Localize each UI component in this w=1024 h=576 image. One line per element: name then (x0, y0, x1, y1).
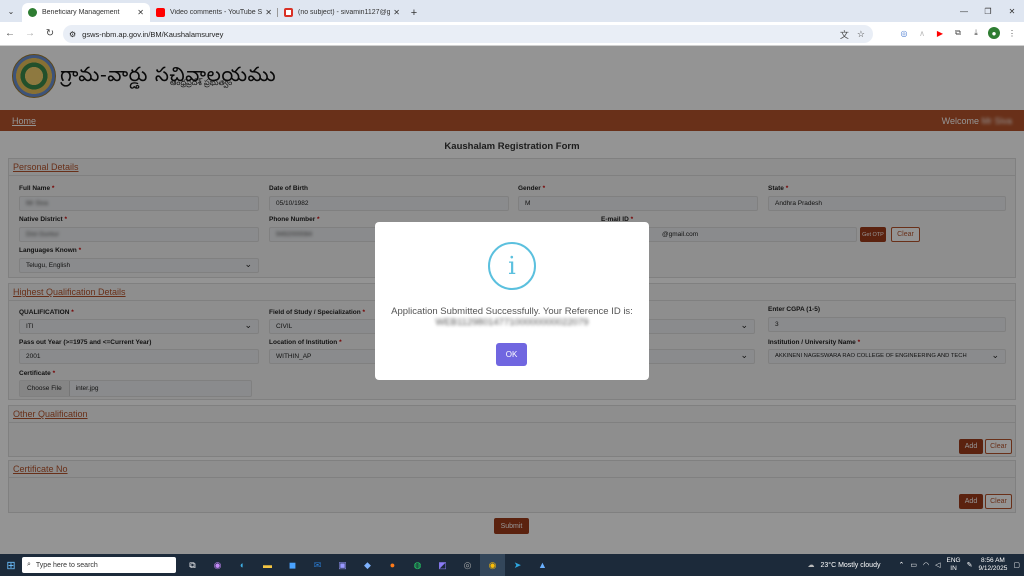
windows-taskbar: ⊞ ⌕ Type here to search ⧉ ◉ ◐ ▬ ◼ ✉ ▣ ◆ … (0, 554, 1024, 576)
taskbar-apps: ⧉ ◉ ◐ ▬ ◼ ✉ ▣ ◆ ● ◍ ◩ ◎ ◉ ➤ ▲ (180, 554, 555, 576)
reload-icon[interactable]: ↻ (40, 28, 60, 39)
close-window-icon[interactable]: ✕ (1000, 0, 1024, 22)
notification-icon[interactable]: ▢ (1013, 561, 1020, 569)
app-icon[interactable]: ◆ (355, 554, 380, 576)
close-tab-icon[interactable]: ✕ (137, 8, 144, 17)
taskbar-search[interactable]: ⌕ Type here to search (22, 557, 176, 573)
edge-icon[interactable]: ◐ (230, 554, 255, 576)
telegram-icon[interactable]: ➤ (505, 554, 530, 576)
app-icon[interactable]: ▲ (530, 554, 555, 576)
volume-icon[interactable]: ◁ (935, 561, 940, 569)
site-favicon-icon (28, 8, 37, 17)
extension-icon[interactable]: ◎ (898, 27, 910, 39)
tab-title: (no subject) - sivamin1127@gm (298, 9, 391, 16)
clock[interactable]: 8:56 AM 9/12/2025 (978, 557, 1007, 573)
weather-icon[interactable]: ☁ (807, 561, 814, 569)
youtube-ext-icon[interactable]: ▶ (934, 27, 946, 39)
chrome-icon[interactable]: ◉ (480, 554, 505, 576)
task-view-icon[interactable]: ⧉ (180, 554, 205, 576)
region-code: IN (950, 565, 957, 572)
download-icon[interactable]: ⤓ (970, 27, 982, 39)
tab-search-icon[interactable]: ⌄ (0, 0, 22, 22)
url-text[interactable]: gsws-nbm.ap.gov.in/BM/Kaushalamsurvey (82, 30, 840, 39)
bookmark-star-icon[interactable]: ☆ (857, 29, 865, 40)
network-icon[interactable]: ◠ (923, 561, 929, 569)
success-dialog: i Application Submitted Successfully. Yo… (375, 222, 649, 380)
search-placeholder: Type here to search (35, 561, 98, 569)
minimize-icon[interactable]: — (952, 0, 976, 22)
tab-title: Video comments - YouTube Stu (170, 9, 263, 16)
tray-chevron-icon[interactable]: ⌃ (898, 561, 904, 569)
back-icon[interactable]: ← (0, 28, 20, 39)
extensions-puzzle-icon[interactable]: ⧉ (952, 27, 964, 39)
file-explorer-icon[interactable]: ▬ (255, 554, 280, 576)
close-tab-icon[interactable]: ✕ (393, 8, 400, 17)
pen-icon[interactable]: ✎ (967, 561, 973, 569)
tray-app-icon[interactable]: ▭ (910, 561, 917, 569)
dialog-message: Application Submitted Successfully. Your… (389, 306, 635, 328)
ok-button[interactable]: OK (496, 343, 527, 366)
extension-icon[interactable]: ∧ (916, 27, 928, 39)
forward-icon[interactable]: → (20, 28, 40, 39)
lang-code: ENG (946, 557, 961, 564)
outlook-icon[interactable]: ✉ (305, 554, 330, 576)
weather-text[interactable]: 23°C Mostly cloudy (820, 562, 880, 569)
tab-gmail[interactable]: (no subject) - sivamin1127@gm ✕ (278, 3, 406, 22)
profile-avatar[interactable]: ● (988, 27, 1000, 39)
firefox-icon[interactable]: ● (380, 554, 405, 576)
system-tray: ☁ 23°C Mostly cloudy ⌃ ▭ ◠ ◁ ENG IN ✎ 8:5… (807, 554, 1020, 576)
new-tab-button[interactable]: + (406, 3, 422, 22)
copilot-icon[interactable]: ◉ (205, 554, 230, 576)
store-icon[interactable]: ◼ (280, 554, 305, 576)
address-toolbar: ← → ↻ ⚙ gsws-nbm.ap.gov.in/BM/Kaushalams… (0, 22, 1024, 46)
dialog-message-text: Application Submitted Successfully. Your… (391, 306, 633, 317)
info-icon: i (488, 242, 536, 290)
whatsapp-icon[interactable]: ◍ (405, 554, 430, 576)
tab-title: Beneficiary Management (42, 9, 120, 16)
browser-tab-bar: ⌄ Beneficiary Management ✕ Video comment… (0, 0, 1024, 22)
close-tab-icon[interactable]: ✕ (265, 8, 272, 17)
tab-youtube[interactable]: Video comments - YouTube Stu ✕ (150, 3, 278, 22)
menu-kebab-icon[interactable]: ⋮ (1006, 27, 1018, 39)
translate-icon[interactable]: 文 (840, 28, 849, 41)
windows-start-icon[interactable]: ⊞ (0, 554, 22, 576)
app-icon[interactable]: ◎ (455, 554, 480, 576)
window-controls: — ❐ ✕ (952, 0, 1024, 22)
time-text: 8:56 AM (980, 557, 1005, 564)
restore-icon[interactable]: ❐ (976, 0, 1000, 22)
gmail-icon (284, 8, 293, 17)
date-text: 9/12/2025 (978, 565, 1008, 572)
site-info-icon[interactable]: ⚙ (69, 30, 76, 39)
app-icon[interactable]: ◩ (430, 554, 455, 576)
search-icon: ⌕ (27, 561, 31, 568)
tab-beneficiary[interactable]: Beneficiary Management ✕ (22, 3, 150, 22)
omnibox[interactable]: ⚙ gsws-nbm.ap.gov.in/BM/Kaushalamsurvey … (63, 25, 873, 43)
language-indicator[interactable]: ENG IN (946, 557, 960, 573)
reference-id: WEB1129801477100000000022079 (435, 317, 589, 328)
audition-icon[interactable]: ▣ (330, 554, 355, 576)
youtube-icon (156, 8, 165, 17)
extensions-area: ◎ ∧ ▶ ⧉ ⤓ ● ⋮ (898, 27, 1018, 39)
